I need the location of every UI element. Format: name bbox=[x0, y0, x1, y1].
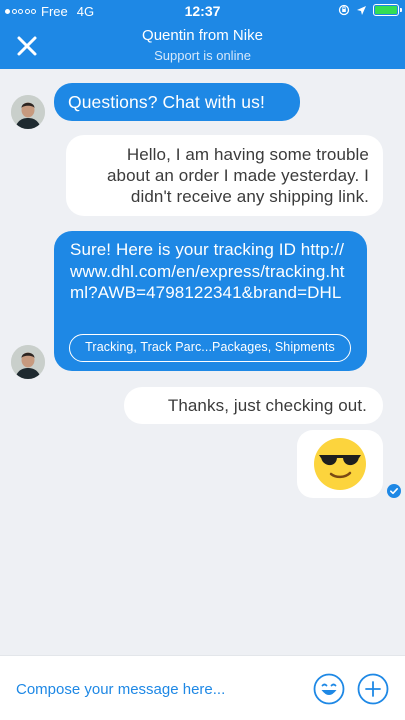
message-text: Sure! Here is your tracking ID http://ww… bbox=[70, 240, 345, 302]
chat-bubble-agent: Questions? Chat with us! bbox=[54, 83, 300, 121]
read-receipt-check-icon bbox=[387, 484, 401, 498]
message-text: Hello, I am having some trouble about an… bbox=[106, 145, 369, 206]
compose-message-input[interactable] bbox=[16, 678, 286, 700]
chat-bubble-agent: Sure! Here is your tracking ID http://ww… bbox=[54, 231, 367, 371]
agent-avatar bbox=[11, 95, 45, 129]
agent-avatar bbox=[11, 345, 45, 379]
support-status: Support is online bbox=[154, 48, 251, 63]
emoji-picker-icon[interactable] bbox=[313, 673, 345, 705]
chat-header: Free 4G 12:37 Quentin from Nike Support … bbox=[0, 0, 405, 69]
add-attachment-icon[interactable] bbox=[357, 673, 389, 705]
battery-icon bbox=[373, 4, 402, 16]
status-bar: Free 4G 12:37 bbox=[0, 0, 405, 22]
chat-bubble-user: Thanks, just checking out. bbox=[124, 387, 383, 424]
composer-bar bbox=[0, 655, 405, 720]
tracking-tag-chip[interactable]: Tracking, Track Parc...Packages, Shipmen… bbox=[69, 334, 351, 362]
message-text: Questions? Chat with us! bbox=[68, 92, 265, 112]
sunglasses-emoji-icon bbox=[314, 438, 366, 490]
agent-name-title: Quentin from Nike bbox=[142, 27, 263, 44]
chat-bubble-emoji bbox=[297, 430, 383, 498]
message-text: Thanks, just checking out. bbox=[167, 396, 367, 415]
location-arrow-icon bbox=[357, 5, 366, 15]
chat-bubble-user: Hello, I am having some trouble about an… bbox=[66, 135, 383, 216]
rotation-lock-icon bbox=[338, 4, 350, 16]
